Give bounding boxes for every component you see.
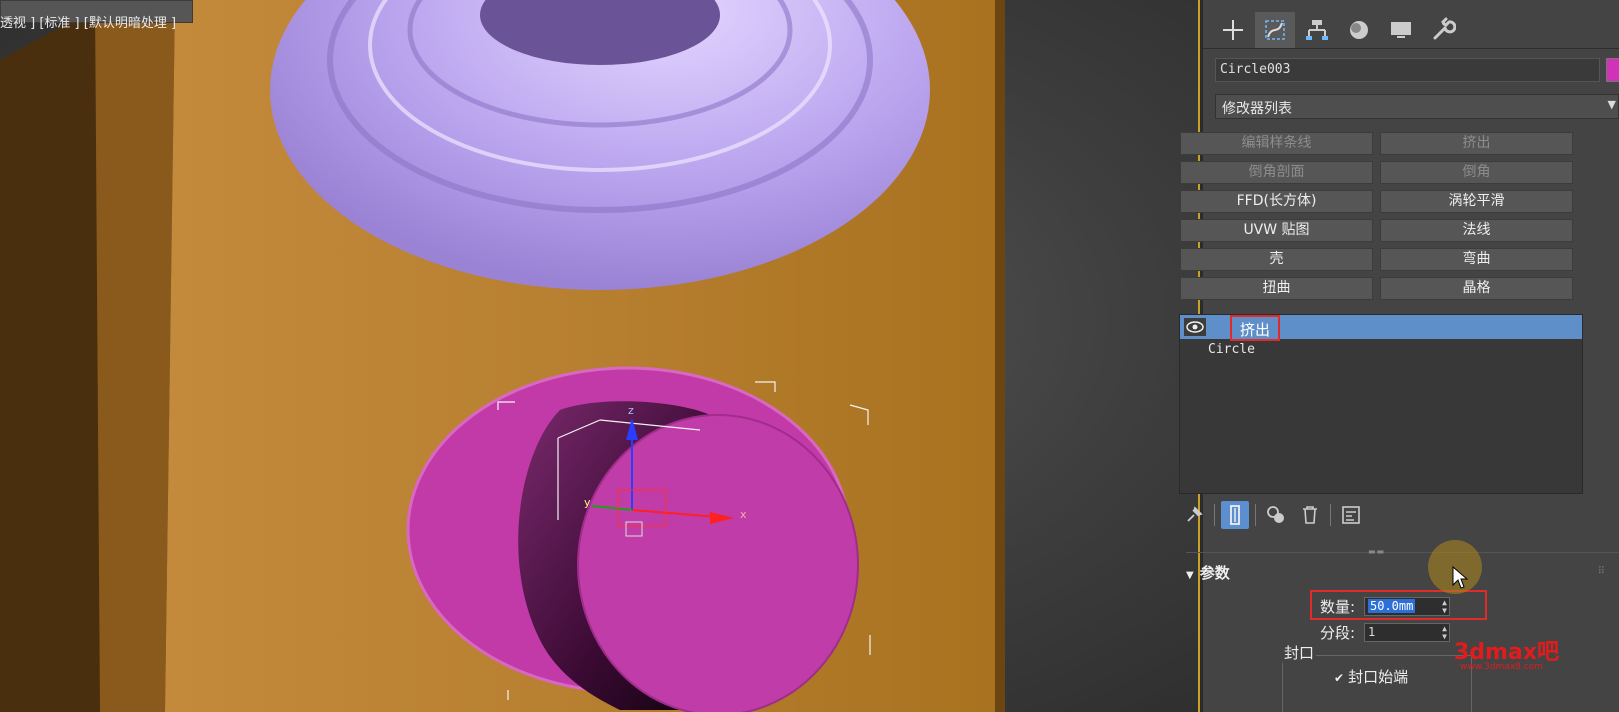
params-rollout-header[interactable]: ▼ 参数 bbox=[1186, 562, 1230, 583]
modifier-button-bevel[interactable]: 倒角 bbox=[1380, 161, 1573, 184]
modifier-list-dropdown[interactable]: 修改器列表 ▼ bbox=[1215, 94, 1619, 119]
object-color-swatch[interactable] bbox=[1606, 58, 1619, 82]
display-monitor-icon bbox=[1391, 22, 1411, 38]
perspective-viewport[interactable]: 透视 ] [标准 ] [默认明暗处理 ] x z y bbox=[0, 0, 1200, 712]
modifier-button-ffd-box[interactable]: FFD(长方体) bbox=[1180, 190, 1373, 213]
remove-modifier-button[interactable] bbox=[1296, 501, 1324, 529]
chevron-down-icon: ▼ bbox=[1607, 98, 1616, 111]
modifier-button-bend[interactable]: 弯曲 bbox=[1380, 248, 1573, 271]
spinner-arrows-icon[interactable]: ▲ ▼ bbox=[1442, 625, 1447, 641]
tab-hierarchy[interactable] bbox=[1297, 12, 1337, 48]
modifier-button-lattice[interactable]: 晶格 bbox=[1380, 277, 1573, 300]
configure-modifier-sets-button[interactable] bbox=[1337, 501, 1365, 529]
end-result-icon bbox=[1230, 505, 1240, 525]
segments-value[interactable]: 1 bbox=[1368, 625, 1375, 639]
stack-item-selected[interactable]: 挤出 bbox=[1180, 315, 1582, 341]
modifier-button-bevel-profile[interactable]: 倒角剖面 bbox=[1180, 161, 1373, 184]
rollout-divider bbox=[1186, 552, 1619, 553]
cap-group-label: 封口 bbox=[1282, 642, 1317, 663]
hierarchy-icon bbox=[1306, 20, 1328, 40]
cap-start-checkbox[interactable]: ✔ 封口始端 bbox=[1334, 666, 1408, 687]
modifier-button-uvw-map[interactable]: UVW 贴图 bbox=[1180, 219, 1373, 242]
box-left-face bbox=[95, 0, 175, 712]
tab-utilities[interactable] bbox=[1423, 12, 1463, 48]
eye-icon[interactable] bbox=[1184, 318, 1206, 336]
port-tube-end bbox=[578, 415, 858, 712]
box-left-shadow bbox=[0, 0, 110, 712]
amount-value[interactable]: 50.0mm bbox=[1368, 599, 1416, 613]
modifier-list-label: 修改器列表 bbox=[1222, 101, 1292, 117]
pin-stack-button[interactable] bbox=[1180, 501, 1208, 529]
make-unique-icon bbox=[1267, 506, 1284, 523]
watermark-url: www.3dmax8.com bbox=[1460, 662, 1543, 672]
spinner-arrows-icon[interactable]: ▲ ▼ bbox=[1442, 599, 1447, 615]
tab-motion[interactable] bbox=[1339, 12, 1379, 48]
collapse-triangle-icon: ▼ bbox=[1186, 570, 1194, 581]
stack-toolbar bbox=[1180, 500, 1365, 530]
modify-curve-icon bbox=[1265, 20, 1285, 40]
svg-text:z: z bbox=[628, 404, 634, 417]
segments-spinner[interactable]: 1 ▲ ▼ bbox=[1364, 623, 1450, 642]
cap-start-label: 封口始端 bbox=[1348, 668, 1409, 686]
stack-item-extrude-label: 挤出 bbox=[1230, 315, 1281, 341]
motion-icon bbox=[1350, 21, 1368, 39]
make-unique-button[interactable] bbox=[1262, 501, 1290, 529]
pin-icon bbox=[1187, 506, 1203, 522]
rollout-grip-icon: ⠿ bbox=[1597, 566, 1605, 577]
trash-icon bbox=[1303, 506, 1317, 524]
amount-spinner[interactable]: 50.0mm ▲ ▼ bbox=[1364, 597, 1450, 616]
configure-sets-icon bbox=[1342, 506, 1360, 524]
viewport-label[interactable]: 透视 ] [标准 ] [默认明暗处理 ] bbox=[0, 12, 176, 31]
modifier-button-turbosmooth[interactable]: 涡轮平滑 bbox=[1380, 190, 1573, 213]
tab-display[interactable] bbox=[1381, 12, 1421, 48]
amount-label: 数量: bbox=[1320, 598, 1356, 616]
modifier-button-shell[interactable]: 壳 bbox=[1180, 248, 1373, 271]
segments-label: 分段: bbox=[1320, 624, 1356, 642]
drag-handle[interactable]: ▬▬ bbox=[1368, 547, 1385, 556]
viewport-scene[interactable]: x z y bbox=[0, 0, 1200, 712]
svg-text:x: x bbox=[740, 508, 747, 521]
wrench-icon bbox=[1433, 17, 1456, 40]
stack-item-circle[interactable]: Circle bbox=[1208, 342, 1255, 357]
object-name-field[interactable]: Circle003 bbox=[1215, 58, 1600, 82]
modifier-button-normal[interactable]: 法线 bbox=[1380, 219, 1573, 242]
show-end-result-button[interactable] bbox=[1221, 501, 1249, 529]
checkmark-icon: ✔ bbox=[1334, 671, 1345, 685]
tab-create[interactable] bbox=[1213, 12, 1253, 48]
tab-modify[interactable] bbox=[1255, 12, 1295, 48]
modifier-button-extrude[interactable]: 挤出 bbox=[1380, 132, 1573, 155]
modifier-button-twist[interactable]: 扭曲 bbox=[1180, 277, 1373, 300]
modifier-stack[interactable]: 挤出 Circle bbox=[1179, 314, 1583, 494]
svg-text:y: y bbox=[584, 496, 591, 509]
modifier-button-edit-spline[interactable]: 编辑样条线 bbox=[1180, 132, 1373, 155]
mouse-pointer-icon bbox=[1452, 566, 1468, 589]
panel-tabs bbox=[1213, 12, 1463, 48]
plus-icon bbox=[1223, 20, 1243, 40]
params-title: 参数 bbox=[1199, 564, 1230, 582]
